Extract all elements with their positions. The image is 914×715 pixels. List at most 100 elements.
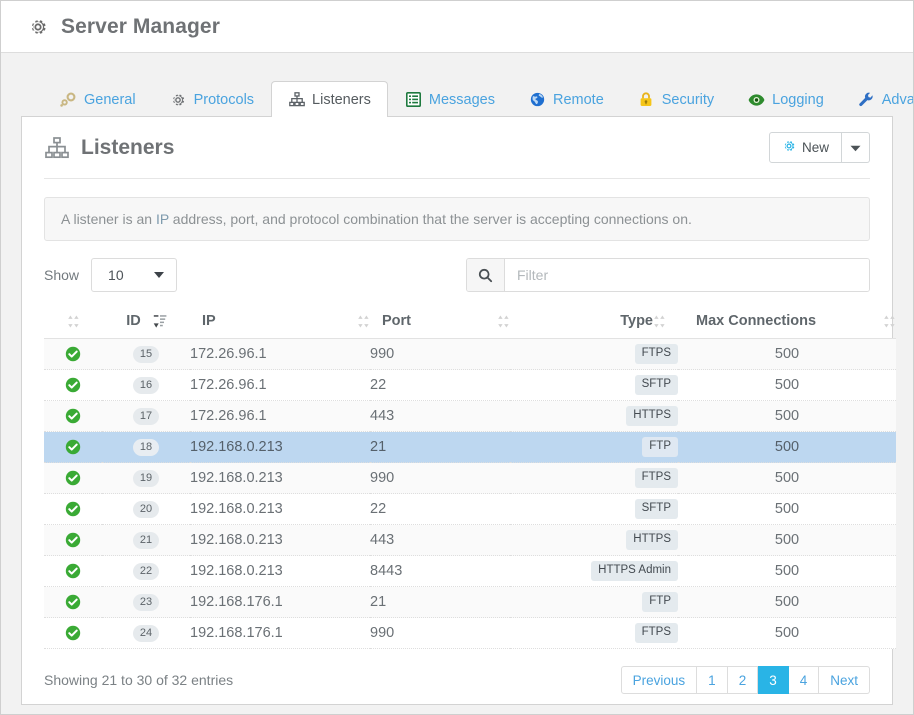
tab-logging[interactable]: Logging xyxy=(731,81,841,117)
type-badge: FTPS xyxy=(635,468,678,487)
pagination-button-previous[interactable]: Previous xyxy=(621,666,698,694)
status-enabled-icon xyxy=(65,625,81,641)
wrench-icon xyxy=(858,91,875,108)
row-port-cell: 8443 xyxy=(370,556,510,587)
row-id-cell: 24 xyxy=(102,618,190,649)
filter-input[interactable] xyxy=(505,259,869,291)
row-ip-cell: 192.168.0.213 xyxy=(190,432,370,463)
type-badge: HTTPS xyxy=(626,530,678,549)
table-row[interactable]: 20192.168.0.21322SFTP500 xyxy=(44,494,896,525)
pagination-button-3[interactable]: 3 xyxy=(758,666,789,694)
lock-icon xyxy=(638,91,655,108)
row-max-connections-cell: 500 xyxy=(678,618,896,649)
id-badge: 24 xyxy=(133,625,159,642)
pagination: Previous1234Next xyxy=(621,666,870,694)
type-badge: FTPS xyxy=(635,623,678,642)
row-max-connections-cell: 500 xyxy=(678,525,896,556)
row-ip-cell: 192.168.0.213 xyxy=(190,494,370,525)
row-type-cell: FTP xyxy=(510,587,678,618)
id-badge: 22 xyxy=(133,563,159,580)
tab-advanced[interactable]: Advanced xyxy=(841,81,914,117)
column-label: ID xyxy=(126,313,141,329)
tab-protocols[interactable]: Protocols xyxy=(153,81,271,117)
table-footer: Showing 21 to 30 of 32 entries Previous1… xyxy=(44,665,870,695)
table-row[interactable]: 21192.168.0.213443HTTPS500 xyxy=(44,525,896,556)
show-label: Show xyxy=(44,267,79,283)
column-header-port[interactable]: Port xyxy=(370,307,510,339)
chevron-down-icon xyxy=(154,272,164,278)
column-header-ip[interactable]: IP xyxy=(190,307,370,339)
row-port-cell: 443 xyxy=(370,525,510,556)
tab-remote[interactable]: Remote xyxy=(512,81,621,117)
globe-icon xyxy=(529,91,546,108)
status-enabled-icon xyxy=(65,594,81,610)
column-header-max-connections[interactable]: Max Connections xyxy=(678,307,896,339)
row-max-connections-cell: 500 xyxy=(678,494,896,525)
column-header-id[interactable]: ID xyxy=(102,307,190,339)
sort-icon xyxy=(357,314,370,329)
table-row[interactable]: 18192.168.0.21321FTP500 xyxy=(44,432,896,463)
row-status-cell xyxy=(44,370,102,401)
row-status-cell xyxy=(44,556,102,587)
sort-icon xyxy=(653,314,666,329)
row-type-cell: FTPS xyxy=(510,463,678,494)
row-type-cell: FTP xyxy=(510,432,678,463)
page-length-value: 10 xyxy=(92,267,124,283)
tab-label: Protocols xyxy=(194,92,254,108)
table-row[interactable]: 16172.26.96.122SFTP500 xyxy=(44,370,896,401)
tab-messages[interactable]: Messages xyxy=(388,81,512,117)
row-type-cell: HTTPS xyxy=(510,525,678,556)
row-port-cell: 443 xyxy=(370,401,510,432)
info-text-after: address, port, and protocol combination … xyxy=(169,211,692,227)
new-button-label: New xyxy=(802,140,829,155)
info-text-before: A listener is an xyxy=(61,211,156,227)
column-label: Max Connections xyxy=(696,313,816,329)
pagination-button-4[interactable]: 4 xyxy=(789,666,820,694)
id-badge: 16 xyxy=(133,377,159,394)
pagination-button-next[interactable]: Next xyxy=(819,666,870,694)
row-max-connections-cell: 500 xyxy=(678,339,896,370)
row-port-cell: 21 xyxy=(370,432,510,463)
type-badge: FTPS xyxy=(635,344,678,363)
row-type-cell: SFTP xyxy=(510,370,678,401)
row-max-connections-cell: 500 xyxy=(678,401,896,432)
sort-asc-active-icon xyxy=(153,314,166,329)
row-ip-cell: 192.168.176.1 xyxy=(190,618,370,649)
column-header-status[interactable] xyxy=(44,307,102,339)
id-badge: 19 xyxy=(133,470,159,487)
table-row[interactable]: 24192.168.176.1990FTPS500 xyxy=(44,618,896,649)
eye-icon xyxy=(748,91,765,108)
status-enabled-icon xyxy=(65,532,81,548)
new-button[interactable]: New xyxy=(769,132,842,163)
row-type-cell: SFTP xyxy=(510,494,678,525)
table-row[interactable]: 15172.26.96.1990FTPS500 xyxy=(44,339,896,370)
row-max-connections-cell: 500 xyxy=(678,370,896,401)
table-row[interactable]: 22192.168.0.2138443HTTPS Admin500 xyxy=(44,556,896,587)
row-ip-cell: 192.168.176.1 xyxy=(190,587,370,618)
tab-listeners[interactable]: Listeners xyxy=(271,81,388,117)
status-enabled-icon xyxy=(65,470,81,486)
status-enabled-icon xyxy=(65,439,81,455)
search-icon[interactable] xyxy=(467,259,505,291)
table-row[interactable]: 19192.168.0.213990FTPS500 xyxy=(44,463,896,494)
table-row[interactable]: 23192.168.176.121FTP500 xyxy=(44,587,896,618)
list-alt-icon xyxy=(405,91,422,108)
page-length-select[interactable]: 10 xyxy=(91,258,177,292)
table-row[interactable]: 17172.26.96.1443HTTPS500 xyxy=(44,401,896,432)
row-status-cell xyxy=(44,525,102,556)
gear-icon xyxy=(27,16,49,38)
row-max-connections-cell: 500 xyxy=(678,432,896,463)
row-id-cell: 23 xyxy=(102,587,190,618)
status-enabled-icon xyxy=(65,563,81,579)
tab-security[interactable]: Security xyxy=(621,81,731,117)
id-badge: 21 xyxy=(133,532,159,549)
type-badge: SFTP xyxy=(635,375,678,394)
tab-general[interactable]: General xyxy=(43,81,153,117)
row-ip-cell: 192.168.0.213 xyxy=(190,556,370,587)
server-manager-window: Server Manager General xyxy=(0,0,914,715)
pagination-button-2[interactable]: 2 xyxy=(728,666,759,694)
column-header-type[interactable]: Type xyxy=(510,307,678,339)
new-button-dropdown-toggle[interactable] xyxy=(842,132,870,163)
pagination-button-1[interactable]: 1 xyxy=(697,666,728,694)
type-badge: HTTPS xyxy=(626,406,678,425)
